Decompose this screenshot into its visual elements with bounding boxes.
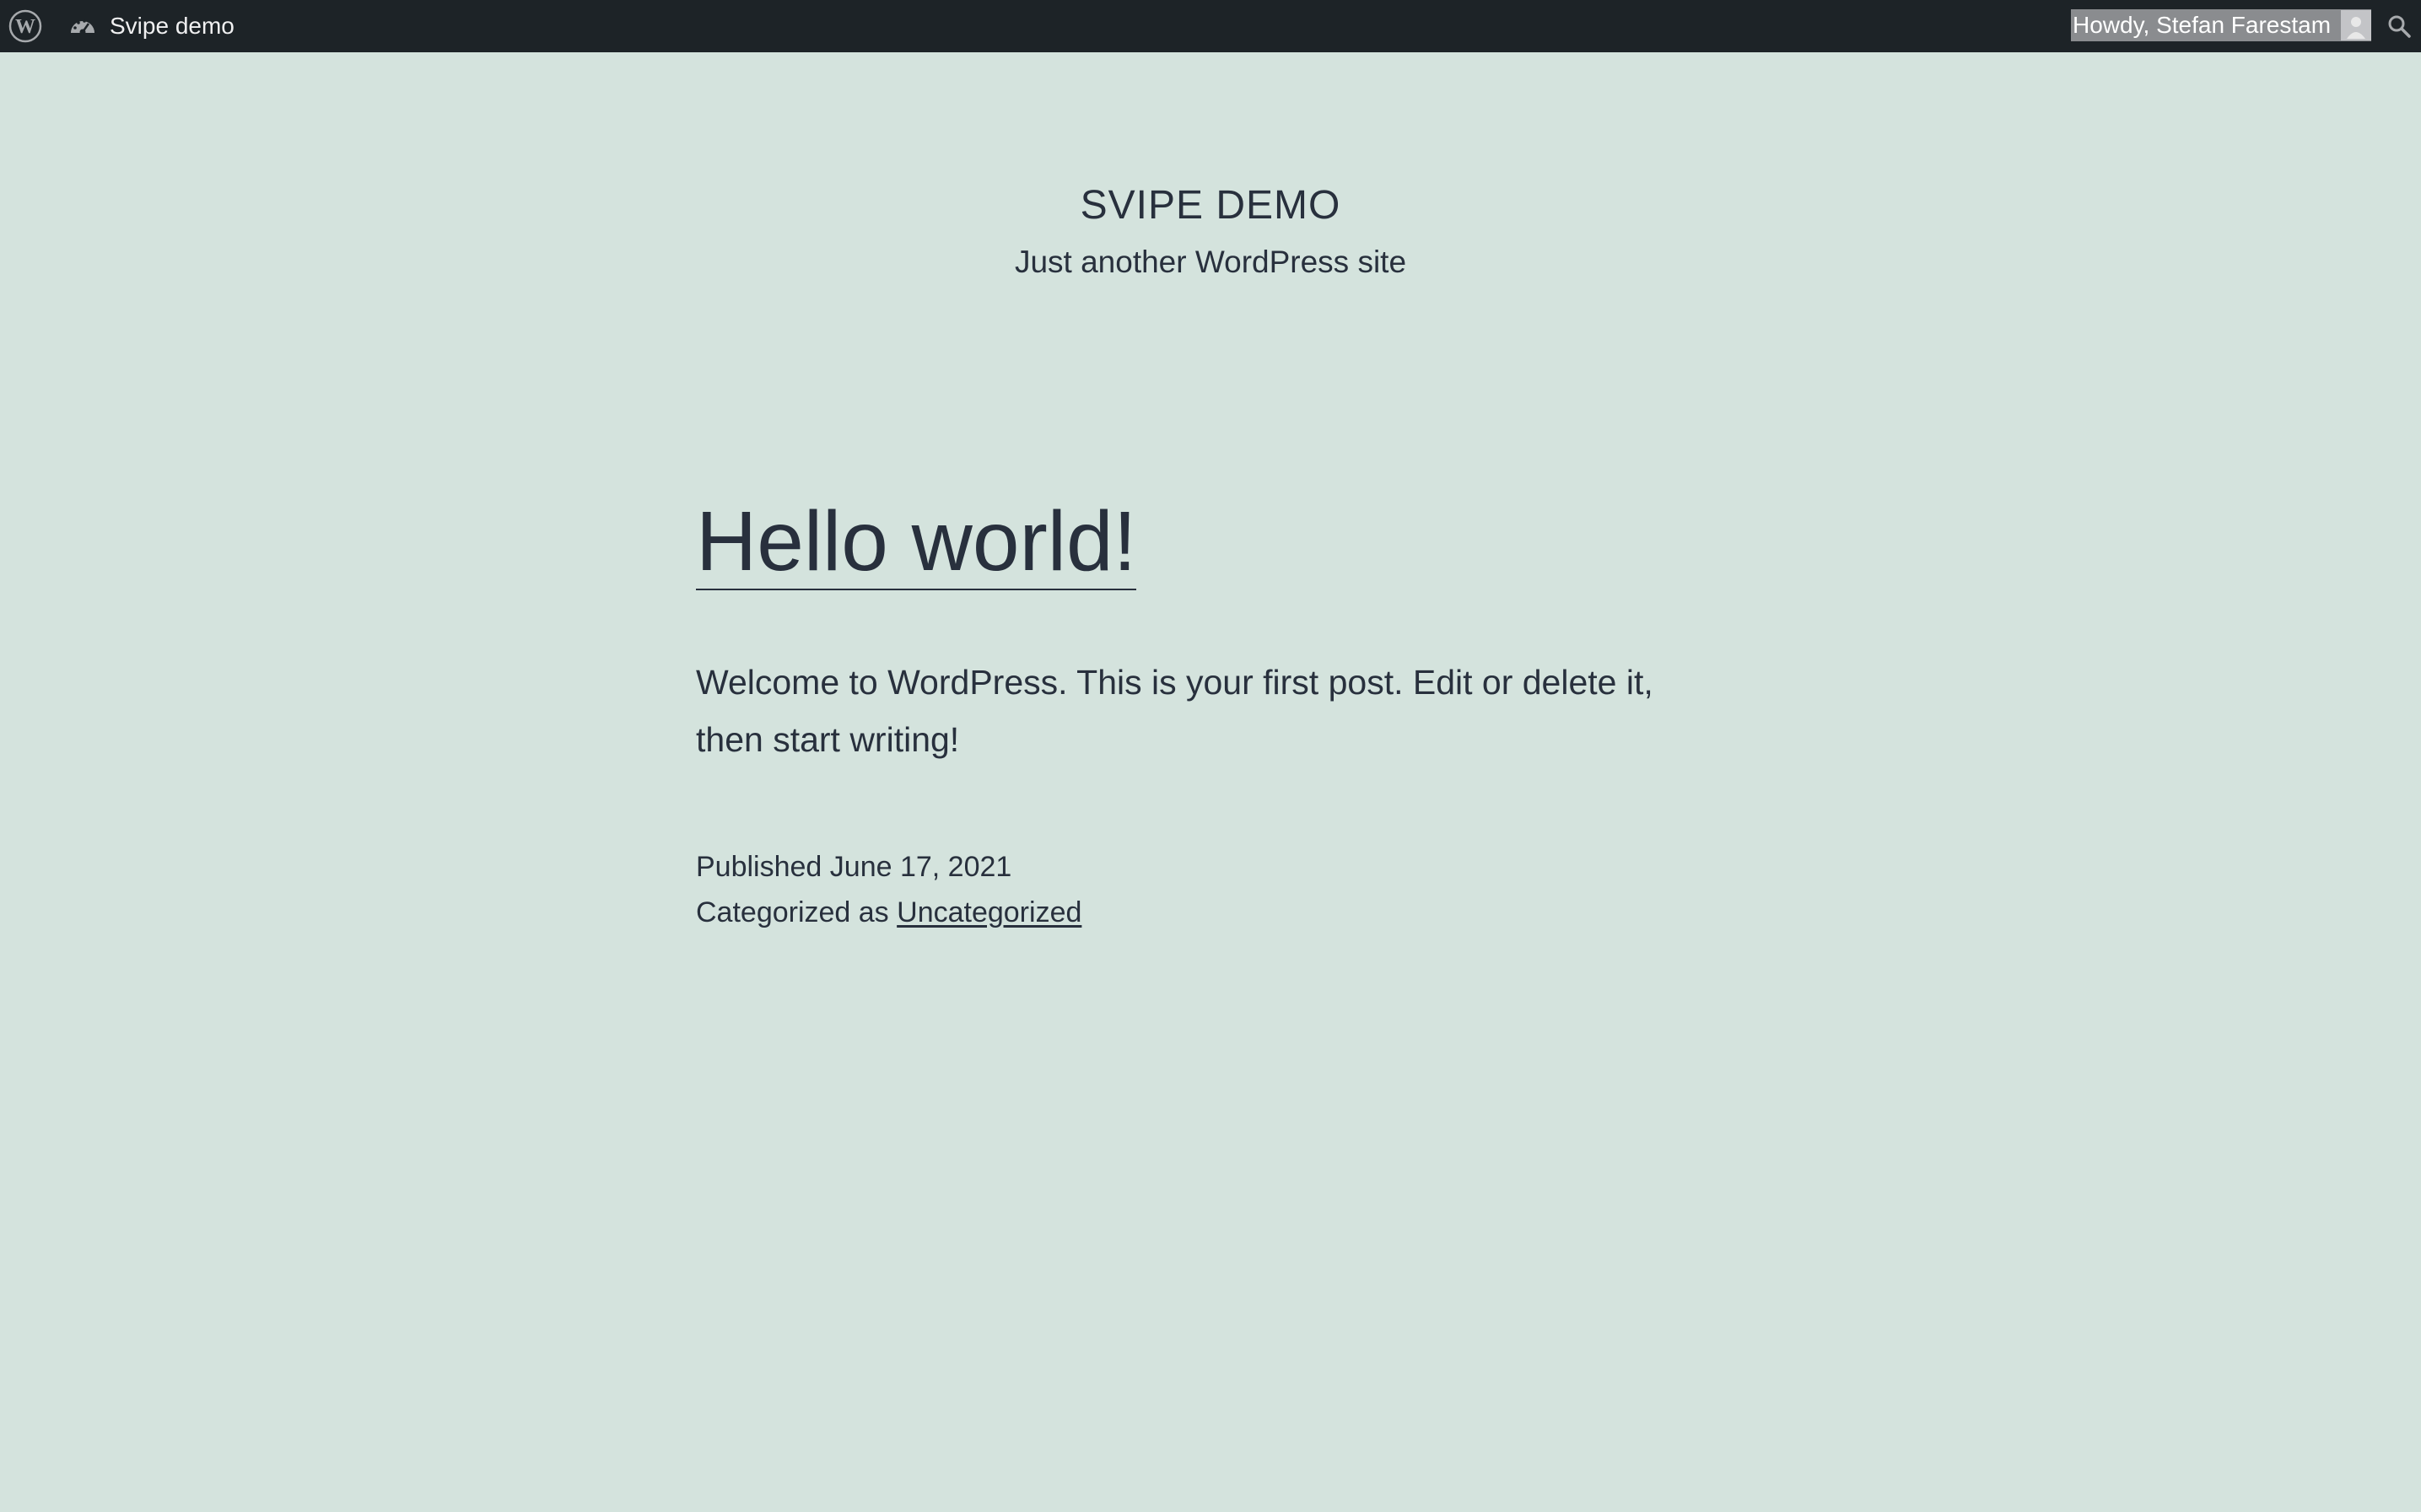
account-greeting[interactable]: Howdy, Stefan Farestam	[2073, 9, 2331, 41]
post-meta: Published June 17, 2021 Categorized as U…	[696, 844, 1725, 935]
svg-text:W: W	[15, 16, 35, 38]
published-date: June 17, 2021	[829, 851, 1012, 883]
admin-bar-site-name[interactable]: Svipe demo	[110, 13, 235, 40]
admin-bar: W Svipe demo Howdy, Stefan Farestam	[0, 0, 2421, 52]
post-title: Hello world!	[696, 489, 1725, 595]
post-category: Categorized as Uncategorized	[696, 890, 1725, 935]
wordpress-logo-icon-graphic: W	[8, 9, 42, 43]
category-label: Categorized as	[696, 896, 889, 928]
search-icon[interactable]	[2382, 0, 2416, 52]
dashboard-icon	[71, 19, 94, 35]
site-description: Just another WordPress site	[1014, 245, 1407, 279]
post-published: Published June 17, 2021	[696, 844, 1725, 890]
post-title-link[interactable]: Hello world!	[696, 494, 1137, 590]
post-article: Hello world! Welcome to WordPress. This …	[696, 489, 1725, 935]
post-content: Welcome to WordPress. This is your first…	[696, 663, 1653, 759]
admin-bar-site-menu[interactable]: Svipe demo	[67, 0, 235, 52]
search-icon-graphic	[2388, 15, 2411, 38]
user-avatar-icon	[2341, 10, 2372, 40]
site-title[interactable]: SVIPE DEMO	[0, 180, 2421, 231]
category-link[interactable]: Uncategorized	[897, 896, 1081, 928]
wordpress-logo-icon[interactable]: W	[5, 0, 46, 52]
admin-bar-account-menu[interactable]: Howdy, Stefan Farestam	[2071, 9, 2372, 41]
published-label: Published	[696, 851, 822, 883]
